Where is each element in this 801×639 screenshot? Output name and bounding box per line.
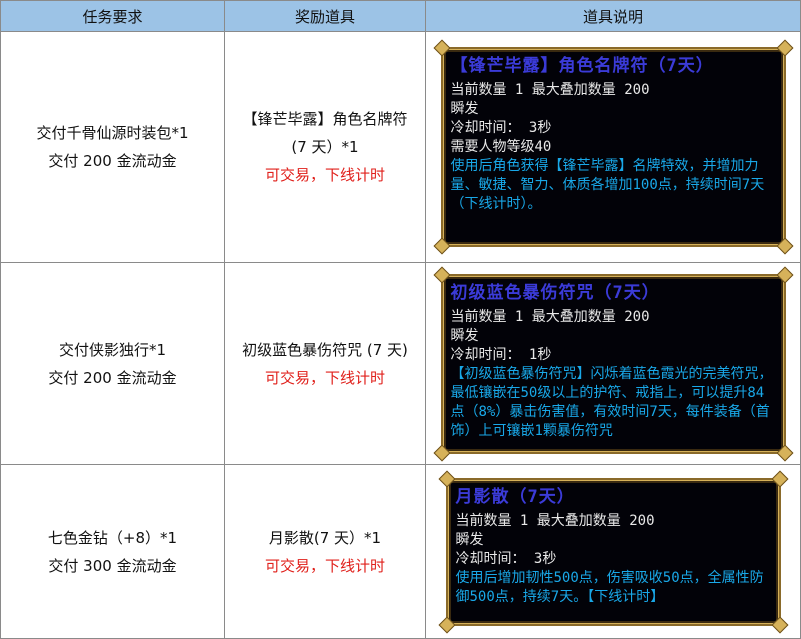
reward-cell: 月影散(7 天）*1 可交易，下线计时 bbox=[224, 464, 426, 639]
card-title: 【锋芒毕露】角色名牌符（7天） bbox=[450, 56, 714, 76]
header-reward: 奖励道具 bbox=[224, 0, 426, 32]
reward-duration: (7 天）*1 bbox=[291, 138, 359, 156]
card-stat: 瞬发 bbox=[450, 327, 479, 344]
item-tooltip-card: 月影散（7天） 当前数量 1 最大叠加数量 200 瞬发 冷却时间： 3秒 使用… bbox=[438, 470, 788, 633]
card-stat: 当前数量 1 最大叠加数量 200 bbox=[450, 82, 650, 98]
card-stat: 冷却时间： 3秒 bbox=[455, 550, 557, 567]
card-stat: 瞬发 bbox=[450, 101, 479, 117]
desc-cell: 初级蓝色暴伤符咒（7天） 当前数量 1 最大叠加数量 200 瞬发 冷却时间： … bbox=[425, 262, 801, 465]
task-line: 交付侠影独行*1 bbox=[58, 340, 167, 359]
task-line: 七色金钻（+8）*1 bbox=[47, 528, 178, 547]
card-description: 使用后角色获得【锋芒毕露】名牌特效，并增加力量、敏捷、智力、体质各增加100点，… bbox=[450, 158, 765, 212]
table-row: 七色金钻（+8）*1 交付 300 金流动金 月影散(7 天）*1 可交易，下线… bbox=[0, 464, 801, 639]
reward-name: 月影散(7 天）*1 bbox=[268, 528, 382, 547]
header-row: 任务要求 奖励道具 道具说明 bbox=[0, 0, 801, 32]
card-stat: 当前数量 1 最大叠加数量 200 bbox=[455, 512, 655, 529]
card-description: 使用后增加韧性500点，伤害吸收50点，全属性防御500点，持续7天。【下线计时… bbox=[455, 569, 764, 605]
table-row: 交付千骨仙源时装包*1 交付 200 金流动金 【锋芒毕露】角色名牌符 (7 天… bbox=[0, 31, 801, 263]
header-desc: 道具说明 bbox=[425, 0, 801, 32]
corner-ornament bbox=[776, 39, 793, 57]
card-stat: 需要人物等级40 bbox=[450, 139, 552, 155]
desc-cell: 月影散（7天） 当前数量 1 最大叠加数量 200 瞬发 冷却时间： 3秒 使用… bbox=[425, 464, 801, 639]
desc-cell: 【锋芒毕露】角色名牌符（7天） 当前数量 1 最大叠加数量 200 瞬发 冷却时… bbox=[425, 31, 801, 263]
corner-ornament bbox=[433, 237, 450, 255]
reward-name: 初级蓝色暴伤符咒 (7 天) bbox=[242, 340, 408, 359]
header-task: 任务要求 bbox=[0, 0, 225, 32]
reward-note: 可交易，下线计时 bbox=[264, 166, 385, 184]
task-cell: 七色金钻（+8）*1 交付 300 金流动金 bbox=[0, 464, 225, 639]
reward-note: 可交易，下线计时 bbox=[264, 556, 385, 575]
reward-cell: 【锋芒毕露】角色名牌符 (7 天）*1 可交易，下线计时 bbox=[224, 31, 426, 263]
card-title: 月影散（7天） bbox=[455, 486, 575, 507]
reward-table: 任务要求 奖励道具 道具说明 交付千骨仙源时装包*1 交付 200 金流动金 【… bbox=[0, 0, 801, 639]
reward-name: 【锋芒毕露】角色名牌符 bbox=[242, 110, 408, 128]
corner-ornament bbox=[438, 616, 455, 633]
reward-cell: 初级蓝色暴伤符咒 (7 天) 可交易，下线计时 bbox=[224, 262, 426, 465]
corner-ornament bbox=[771, 470, 788, 487]
task-line: 交付 300 金流动金 bbox=[48, 556, 177, 575]
task-line: 交付千骨仙源时装包*1 bbox=[36, 124, 189, 142]
item-tooltip-card: 【锋芒毕露】角色名牌符（7天） 当前数量 1 最大叠加数量 200 瞬发 冷却时… bbox=[433, 39, 793, 255]
card-stat: 冷却时间： 3秒 bbox=[450, 120, 552, 136]
task-cell: 交付千骨仙源时装包*1 交付 200 金流动金 bbox=[0, 31, 225, 263]
table-row: 交付侠影独行*1 交付 200 金流动金 初级蓝色暴伤符咒 (7 天) 可交易，… bbox=[0, 262, 801, 465]
item-tooltip-card: 初级蓝色暴伤符咒（7天） 当前数量 1 最大叠加数量 200 瞬发 冷却时间： … bbox=[433, 266, 793, 461]
corner-ornament bbox=[433, 444, 450, 461]
card-description: 【初级蓝色暴伤符咒】闪烁着蓝色霞光的完美符咒，最低镶嵌在50级以上的护符、戒指上… bbox=[450, 365, 773, 439]
task-cell: 交付侠影独行*1 交付 200 金流动金 bbox=[0, 262, 225, 465]
card-stat: 当前数量 1 最大叠加数量 200 bbox=[450, 308, 650, 325]
task-line: 交付 200 金流动金 bbox=[48, 152, 177, 170]
corner-ornament bbox=[776, 266, 793, 283]
reward-note: 可交易，下线计时 bbox=[264, 368, 385, 387]
card-stat: 瞬发 bbox=[455, 531, 484, 548]
card-stat: 冷却时间： 1秒 bbox=[450, 346, 552, 363]
card-title: 初级蓝色暴伤符咒（7天） bbox=[450, 282, 660, 303]
task-line: 交付 200 金流动金 bbox=[48, 368, 177, 387]
